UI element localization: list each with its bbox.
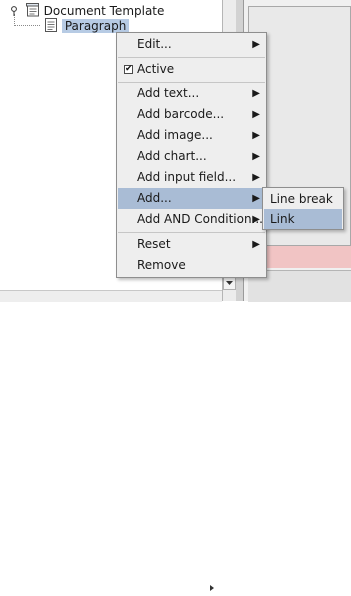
submenu-item-link[interactable]: Link xyxy=(264,209,342,229)
document-template-icon xyxy=(25,3,39,17)
menu-separator xyxy=(118,57,265,58)
menu-item-label: Active xyxy=(137,62,175,76)
menu-item-reset[interactable]: Reset ▶ xyxy=(118,234,265,255)
menu-item-add-input-field[interactable]: Add input field... ▶ xyxy=(118,167,265,188)
add-submenu: Line break Link xyxy=(262,187,344,230)
submenu-arrow-icon: ▶ xyxy=(252,239,260,250)
menu-item-active[interactable]: ✔ Active xyxy=(118,59,265,80)
checkbox-checked-icon[interactable]: ✔ xyxy=(124,65,133,74)
menu-item-label: Reset xyxy=(137,237,171,251)
menu-item-label: Link xyxy=(270,212,295,226)
submenu-arrow-icon: ▶ xyxy=(252,88,260,99)
tree-guide-line xyxy=(15,25,40,26)
submenu-arrow-icon: ▶ xyxy=(252,130,260,141)
menu-item-edit[interactable]: Edit... ▶ xyxy=(118,34,265,55)
tree-node-label: Paragraph xyxy=(61,19,130,33)
menu-item-label: Add input field... xyxy=(137,170,237,184)
submenu-arrow-icon: ▶ xyxy=(252,39,260,50)
menu-item-remove[interactable]: Remove xyxy=(118,255,265,276)
menu-item-add-chart[interactable]: Add chart... ▶ xyxy=(118,146,265,167)
menu-item-label: Add barcode... xyxy=(137,107,225,121)
menu-item-add-image[interactable]: Add image... ▶ xyxy=(118,125,265,146)
menu-item-label: Add AND Condition... xyxy=(137,212,263,226)
menu-item-label: Add chart... xyxy=(137,149,207,163)
menu-item-add[interactable]: Add... ▶ xyxy=(118,188,265,209)
menu-separator xyxy=(118,232,265,233)
scroll-right-button[interactable] xyxy=(204,582,220,592)
tree-node-label: Document Template xyxy=(43,4,165,18)
chevron-right-icon xyxy=(210,585,214,591)
submenu-arrow-icon: ▶ xyxy=(252,151,260,162)
tree-expand-handle-icon[interactable] xyxy=(10,6,20,16)
menu-item-label: Add image... xyxy=(137,128,213,142)
submenu-item-line-break[interactable]: Line break xyxy=(264,189,342,209)
chevron-down-icon xyxy=(226,281,233,285)
menu-item-add-and-condition[interactable]: Add AND Condition... ▶ xyxy=(118,209,265,230)
menu-item-label: Edit... xyxy=(137,37,172,51)
menu-item-add-barcode[interactable]: Add barcode... ▶ xyxy=(118,104,265,125)
menu-item-label: Line break xyxy=(270,192,333,206)
submenu-arrow-icon: ▶ xyxy=(252,109,260,120)
menu-item-label: Add text... xyxy=(137,86,200,100)
context-menu: Edit... ▶ ✔ Active Add text... ▶ Add bar… xyxy=(116,32,267,278)
menu-item-label: Add... xyxy=(137,191,172,205)
scroll-down-button[interactable] xyxy=(223,276,236,290)
submenu-arrow-icon: ▶ xyxy=(252,214,260,225)
submenu-arrow-icon: ▶ xyxy=(252,193,260,204)
submenu-arrow-icon: ▶ xyxy=(252,172,260,183)
menu-item-add-text[interactable]: Add text... ▶ xyxy=(118,83,265,104)
paragraph-icon xyxy=(45,18,57,32)
menu-item-label: Remove xyxy=(137,258,186,272)
horizontal-scrollbar[interactable] xyxy=(0,290,222,591)
